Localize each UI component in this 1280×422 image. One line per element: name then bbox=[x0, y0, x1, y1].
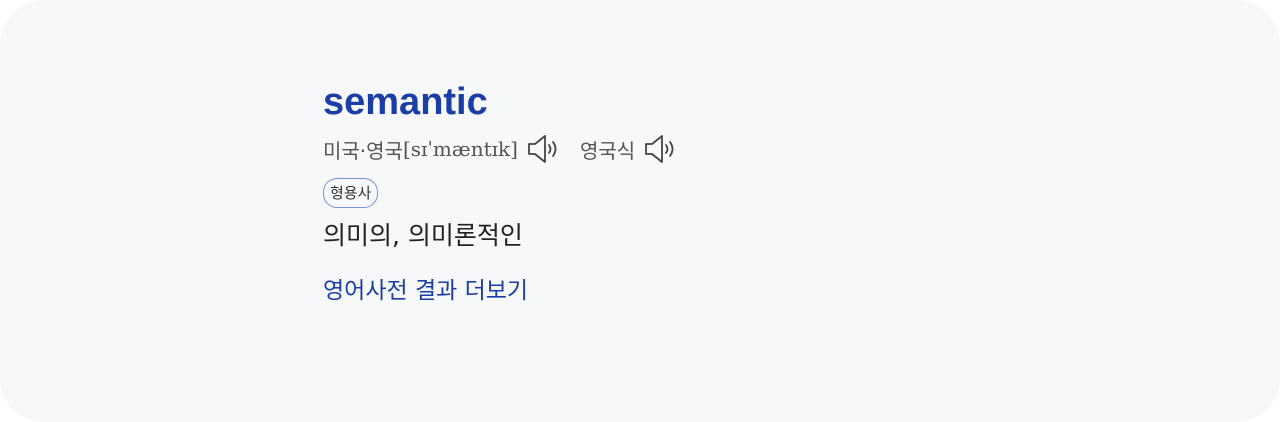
ipa-transcription: [sɪˈmæntɪk] bbox=[402, 137, 518, 161]
speaker-icon[interactable] bbox=[526, 134, 560, 164]
dictionary-entry: semantic 미국·영국 [sɪˈmæntɪk] 영국식 형용사 의미의, … bbox=[323, 78, 677, 308]
headword-link[interactable]: semantic bbox=[323, 78, 488, 126]
pronunciation-label-us-uk: 미국·영국 bbox=[323, 138, 403, 163]
definition-text: 의미의, 의미론적인 bbox=[323, 221, 523, 250]
pronunciation-label-uk: 영국식 bbox=[579, 138, 636, 163]
part-of-speech-badge: 형용사 bbox=[323, 178, 379, 208]
dictionary-card: semantic 미국·영국 [sɪˈmæntɪk] 영국식 형용사 의미의, … bbox=[0, 0, 1280, 422]
pronunciation-row: 미국·영국 [sɪˈmæntɪk] 영국식 bbox=[323, 134, 677, 164]
more-results-link[interactable]: 영어사전 결과 더보기 bbox=[323, 274, 528, 308]
speaker-icon[interactable] bbox=[643, 134, 677, 164]
